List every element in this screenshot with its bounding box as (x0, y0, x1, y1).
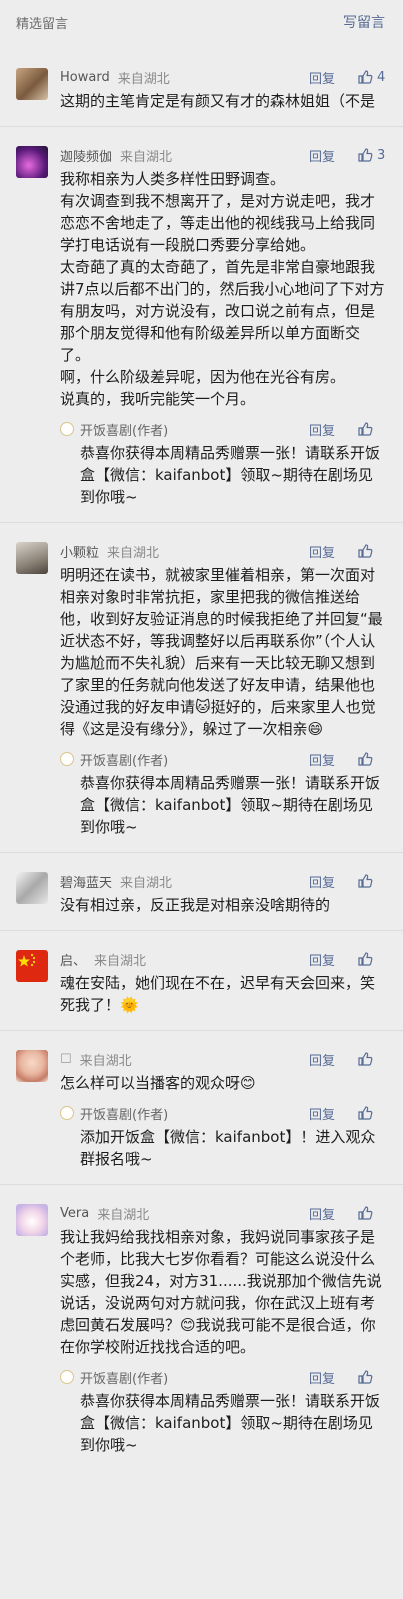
author-reply-text: 恭喜你获得本周精品秀赠票一张！请联系开饭盒【微信：kaifanbot】领取~期待… (80, 444, 381, 506)
comment-text: 魂在安陆，她们现在不在，迟早有天会回来，笑死我了！🌞 (60, 974, 376, 1014)
thumbs-up-icon (358, 952, 373, 966)
reply-button[interactable]: 回复 (309, 146, 335, 165)
like-button[interactable] (357, 873, 387, 889)
comment-nickname[interactable]: 迦陵频伽 (60, 146, 112, 165)
reply-button[interactable]: 回复 (309, 872, 335, 891)
like-button[interactable] (357, 1105, 387, 1121)
thumbs-up-icon (358, 1052, 373, 1066)
author-avatar (60, 752, 74, 766)
comment-item: Howard 来自湖北 回复 4 这期的主笔肯定是有颜又有才的森林姐姐（不是 (0, 44, 403, 126)
comment-nickname[interactable]: 碧海蓝天 (60, 872, 112, 891)
star-icon (18, 953, 36, 967)
like-button[interactable] (357, 1205, 387, 1221)
author-nickname: 开饭喜剧(作者) (80, 423, 169, 439)
featured-comments-title: 精选留言 (16, 16, 69, 32)
thumbs-up-icon (358, 1370, 373, 1384)
reply-button[interactable]: 回复 (309, 1050, 335, 1069)
user-avatar[interactable] (16, 1204, 48, 1236)
author-reply: 开饭喜剧(作者) 回复 恭喜你获得本周精品秀赠票一张！请联系开饭盒【微信：kai… (60, 750, 387, 838)
reply-button[interactable]: 回复 (309, 1368, 335, 1387)
reply-button[interactable]: 回复 (309, 1204, 335, 1223)
user-avatar[interactable] (16, 1050, 48, 1082)
comment-text: 我让我妈给我找相亲对象，我妈说同事家孩子是个老师，比我大七岁你看看？可能这么说没… (60, 1228, 382, 1356)
author-avatar (60, 422, 74, 436)
author-nickname: 开饭喜剧(作者) (80, 1107, 169, 1123)
comment-text: 明明还在读书，就被家里催着相亲，第一次面对相亲对象时非常抗拒，家里把我的微信推送… (60, 566, 383, 738)
like-button[interactable] (357, 1051, 387, 1067)
comment-text: 怎么样可以当播客的观众呀😊 (60, 1074, 256, 1092)
write-comment-button[interactable]: 写留言 (343, 12, 385, 32)
comment-location: 来自湖北 (107, 545, 160, 561)
like-button[interactable] (357, 751, 387, 767)
author-reply: 开饭喜剧(作者) 回复 添加开饭盒【微信：kaifanbot】！进入观众群报名哦… (60, 1104, 387, 1170)
author-avatar (60, 1370, 74, 1384)
comment-nickname[interactable]: 启、 (60, 950, 86, 969)
reply-button[interactable]: 回复 (309, 542, 335, 561)
like-button[interactable] (357, 1369, 387, 1385)
thumbs-up-icon (358, 544, 373, 558)
comment-location: 来自湖北 (120, 149, 173, 165)
comment-item: ☐ 来自湖北 回复 怎么样可以当播客的观众呀😊 开饭喜剧(作者) 回复 添加开饭… (0, 1030, 403, 1184)
thumbs-up-icon (358, 70, 373, 84)
like-button[interactable] (357, 951, 387, 967)
comment-location: 来自湖北 (120, 875, 173, 891)
comment-item: 启、 来自湖北 回复 魂在安陆，她们现在不在，迟早有天会回来，笑死我了！🌞 (0, 930, 403, 1030)
comment-location: 来自湖北 (117, 71, 170, 87)
author-reply: 开饭喜剧(作者) 回复 恭喜你获得本周精品秀赠票一张！请联系开饭盒【微信：kai… (60, 420, 387, 508)
author-reply-text: 添加开饭盒【微信：kaifanbot】！进入观众群报名哦~ (80, 1128, 376, 1168)
comment-item: 小颗粒 来自湖北 回复 明明还在读书，就被家里催着相亲，第一次面对相亲对象时非常… (0, 522, 403, 852)
reply-button[interactable]: 回复 (309, 1104, 335, 1123)
comment-location: 来自湖北 (79, 1053, 132, 1069)
comment-nickname[interactable]: 小颗粒 (60, 542, 99, 561)
reply-button[interactable]: 回复 (309, 420, 335, 439)
thumbs-up-icon (358, 752, 373, 766)
like-button[interactable]: 4 (357, 69, 387, 85)
thumbs-up-icon (358, 422, 373, 436)
like-button[interactable] (357, 421, 387, 437)
comment-item: 碧海蓝天 来自湖北 回复 没有相过亲，反正我是对相亲没啥期待的 (0, 852, 403, 930)
thumbs-up-icon (358, 1106, 373, 1120)
thumbs-up-icon (358, 874, 373, 888)
user-avatar[interactable] (16, 146, 48, 178)
comment-nickname[interactable]: ☐ (60, 1052, 72, 1067)
comment-text: 这期的主笔肯定是有颜又有才的森林姐姐（不是 (60, 92, 376, 110)
thumbs-up-icon (358, 148, 373, 162)
comment-text: 没有相过亲，反正我是对相亲没啥期待的 (60, 896, 331, 914)
user-avatar[interactable] (16, 542, 48, 574)
like-count: 4 (377, 69, 386, 85)
author-nickname: 开饭喜剧(作者) (80, 1371, 169, 1387)
author-reply-text: 恭喜你获得本周精品秀赠票一张！请联系开饭盒【微信：kaifanbot】领取~期待… (80, 1392, 381, 1454)
comment-text: 我称相亲为人类多样性田野调查。 有次调查到我不想离开了，是对方说走吧，我才恋恋不… (60, 170, 385, 408)
reply-button[interactable]: 回复 (309, 68, 335, 87)
like-button[interactable]: 3 (357, 147, 387, 163)
author-reply-text: 恭喜你获得本周精品秀赠票一张！请联系开饭盒【微信：kaifanbot】领取~期待… (80, 774, 381, 836)
comment-list: Howard 来自湖北 回复 4 这期的主笔肯定是有颜又有才的森林姐姐（不是 迦… (0, 44, 403, 1470)
author-avatar (60, 1106, 74, 1120)
comment-location: 来自湖北 (97, 1207, 150, 1223)
thumbs-up-icon (358, 1206, 373, 1220)
comment-nickname[interactable]: Howard (60, 70, 110, 85)
user-avatar[interactable] (16, 872, 48, 904)
comment-item: 迦陵频伽 来自湖北 回复 3 我称相亲为人类多样性田野调查。 有次调查到我不想离… (0, 126, 403, 522)
comment-location: 来自湖北 (94, 953, 147, 969)
comments-header: 精选留言 写留言 (0, 0, 403, 44)
like-count: 3 (377, 147, 386, 163)
like-button[interactable] (357, 543, 387, 559)
comment-item: Vera 来自湖北 回复 我让我妈给我找相亲对象，我妈说同事家孩子是个老师，比我… (0, 1184, 403, 1470)
author-reply: 开饭喜剧(作者) 回复 恭喜你获得本周精品秀赠票一张！请联系开饭盒【微信：kai… (60, 1368, 387, 1456)
user-avatar[interactable] (16, 68, 48, 100)
comment-nickname[interactable]: Vera (60, 1206, 89, 1221)
reply-button[interactable]: 回复 (309, 950, 335, 969)
reply-button[interactable]: 回复 (309, 750, 335, 769)
user-avatar[interactable] (16, 950, 48, 982)
author-nickname: 开饭喜剧(作者) (80, 753, 169, 769)
